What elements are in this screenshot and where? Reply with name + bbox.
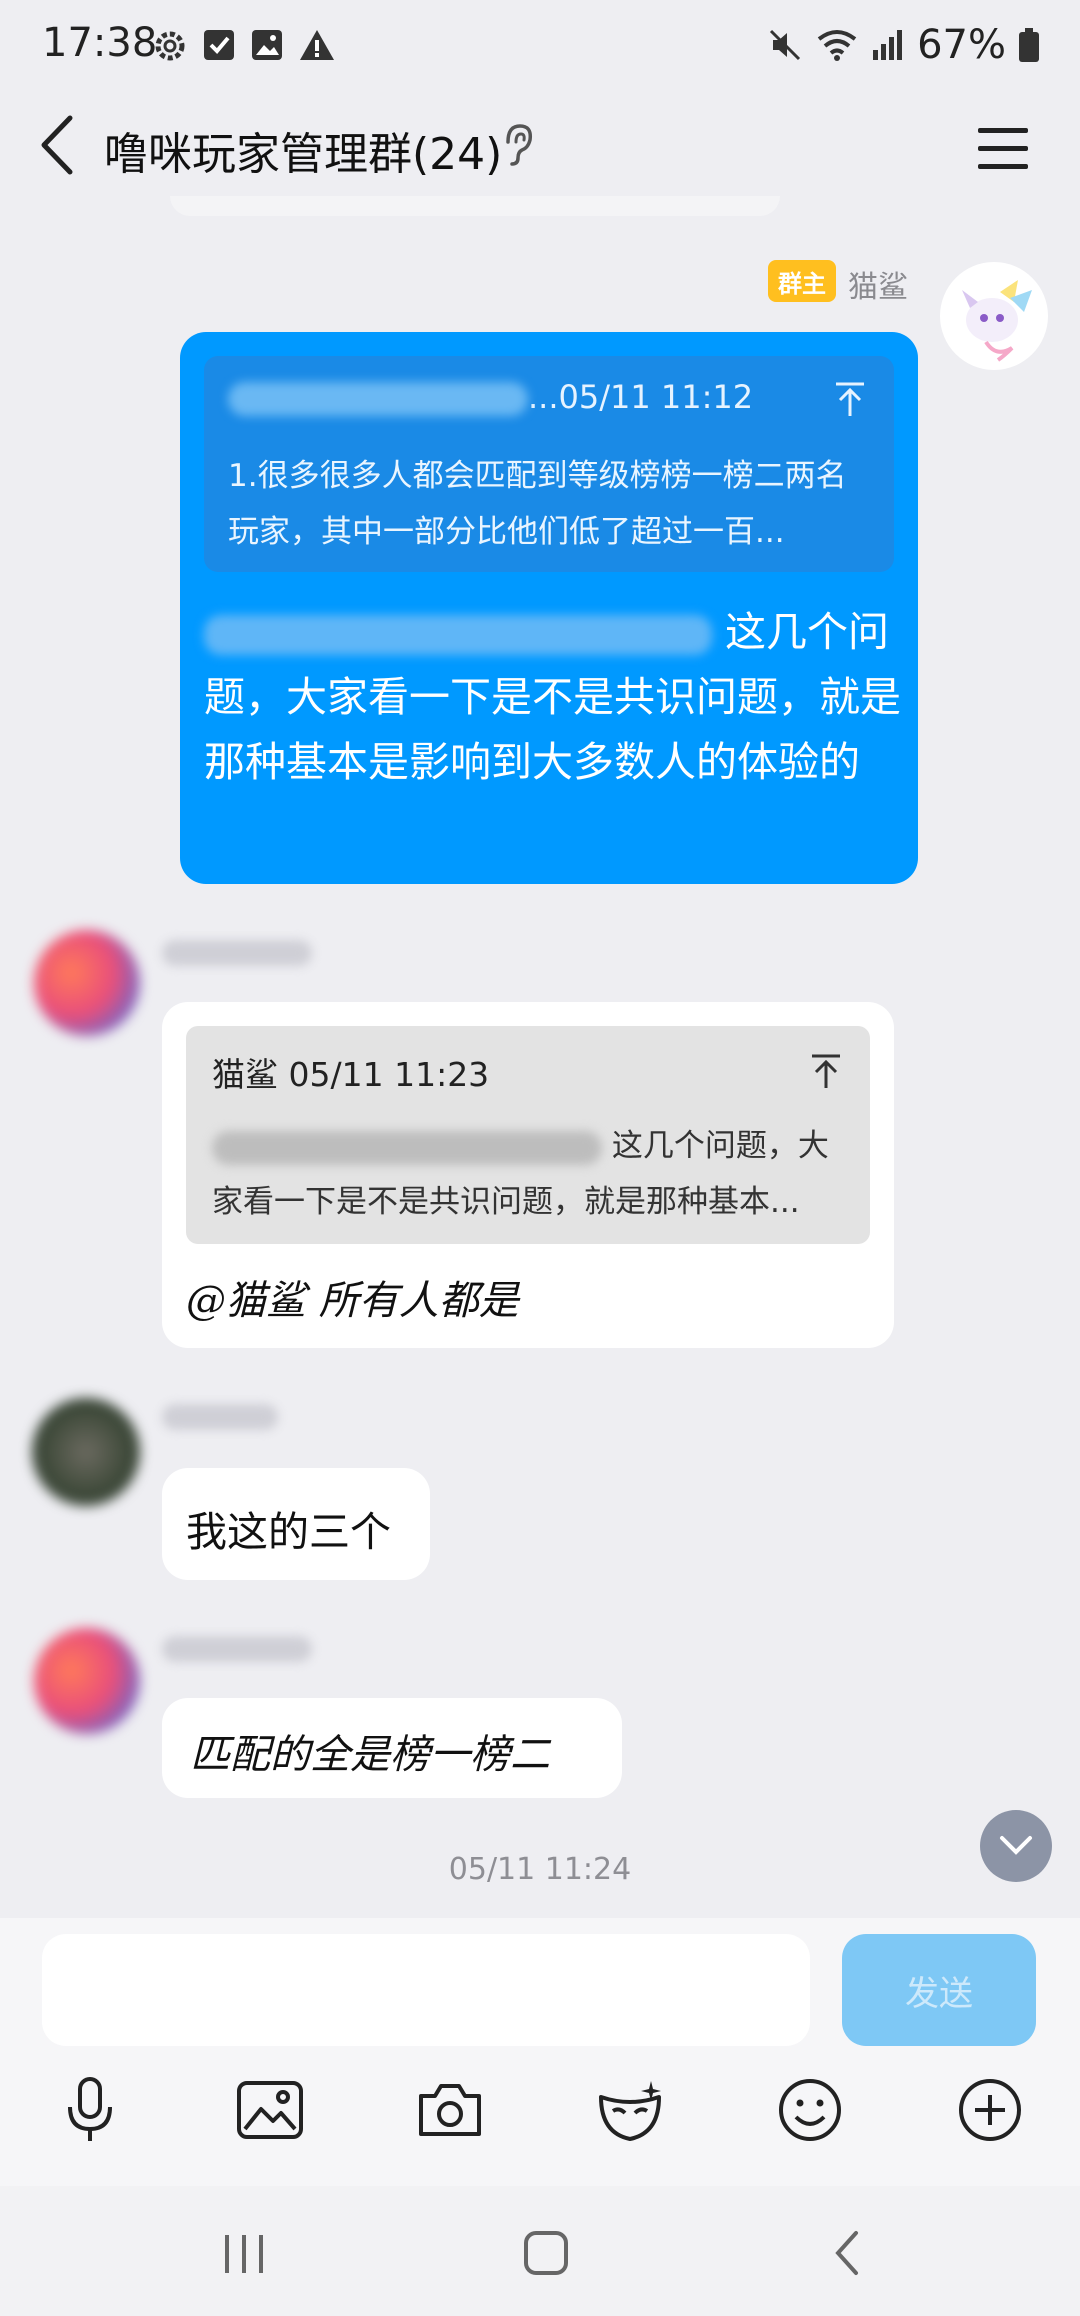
warning-icon <box>300 30 334 60</box>
status-icons-left <box>152 28 336 64</box>
status-bar: 17:38 67% <box>0 0 1080 90</box>
sender-name[interactable]: 猫鲨 <box>848 262 908 306</box>
blurred-nickname <box>162 1636 312 1662</box>
jump-to-quote-icon[interactable] <box>806 1050 846 1094</box>
gear-icon <box>155 31 185 61</box>
message-text: 这几个问题，大家看一下是不是共识问题，就是那种基本是影响到大多数人的体验的 <box>204 600 904 795</box>
quote-text: 1.很多很多人都会匹配到等级榜榜一榜二两名玩家，其中一部分比他们低了超过一百..… <box>228 458 847 550</box>
blurred-nickname <box>228 382 528 416</box>
back-icon <box>835 2231 858 2275</box>
scroll-to-bottom-button[interactable] <box>980 1810 1052 1882</box>
battery-icon <box>1019 28 1039 62</box>
mask-icon[interactable] <box>590 2070 670 2150</box>
quote-header: ...05/11 11:12 <box>228 378 753 416</box>
gallery-icon[interactable] <box>230 2070 310 2150</box>
blurred-mention <box>204 615 712 655</box>
emoji-icon[interactable] <box>770 2070 850 2150</box>
menu-button[interactable] <box>974 120 1034 176</box>
avatar[interactable] <box>940 262 1048 370</box>
avatar[interactable] <box>32 1398 140 1506</box>
group-title[interactable]: 噜咪玩家管理群(24) <box>104 118 502 182</box>
jump-to-quote-icon[interactable] <box>830 378 870 422</box>
blurred-nickname <box>162 1404 278 1430</box>
status-time: 17:38 <box>42 20 158 66</box>
recent-apps-button[interactable] <box>204 2220 284 2286</box>
checkbox-icon <box>204 30 234 60</box>
chevron-down-icon <box>1000 1836 1032 1855</box>
signal-icon <box>873 30 903 60</box>
quote-text: 这几个问题，大 家看一下是不是共识问题，就是那种基本... <box>212 1118 852 1230</box>
avatar[interactable] <box>34 930 140 1036</box>
message-text: @猫鲨 所有人都是 <box>186 1278 519 1324</box>
dragon-avatar-icon <box>962 280 1032 362</box>
blurred-mention <box>212 1130 602 1165</box>
quote-text-line1: 这几个问题，大 <box>611 1128 829 1164</box>
send-button[interactable]: 发送 <box>842 1934 1036 2046</box>
chevron-left-icon <box>41 115 73 175</box>
mute-icon <box>770 29 801 61</box>
back-button[interactable] <box>34 110 84 180</box>
timestamp: 05/11 11:24 <box>448 1852 632 1887</box>
menu-icon <box>978 128 1028 169</box>
quote-text-line2: 家看一下是不是共识问题，就是那种基本... <box>212 1184 800 1220</box>
home-icon <box>524 2231 568 2275</box>
ear-icon[interactable] <box>500 120 536 170</box>
back-nav-button[interactable] <box>808 2220 888 2286</box>
chat-header: 噜咪玩家管理群(24) <box>0 90 1080 200</box>
battery-percent: 67% <box>917 22 1006 68</box>
previous-bubble-edge <box>170 196 780 216</box>
quote-header: 猫鲨 05/11 11:23 <box>212 1055 490 1094</box>
blurred-nickname <box>162 940 312 966</box>
message-text: 我这的三个 <box>186 1508 391 1556</box>
image-icon <box>252 30 282 60</box>
mic-icon[interactable] <box>50 2070 130 2150</box>
message-text: 匹配的全是榜一榜二 <box>190 1732 550 1778</box>
wifi-icon <box>817 30 857 61</box>
home-button[interactable] <box>506 2220 586 2286</box>
owner-badge: 群主 <box>768 260 836 302</box>
avatar[interactable] <box>34 1628 140 1734</box>
quote-time: ...05/11 11:12 <box>528 378 754 416</box>
status-icons-right: 67% <box>767 22 1040 68</box>
camera-icon[interactable] <box>410 2070 490 2150</box>
plus-icon[interactable] <box>950 2070 1030 2150</box>
message-input[interactable] <box>42 1934 810 2046</box>
recent-apps-icon <box>225 2235 263 2273</box>
